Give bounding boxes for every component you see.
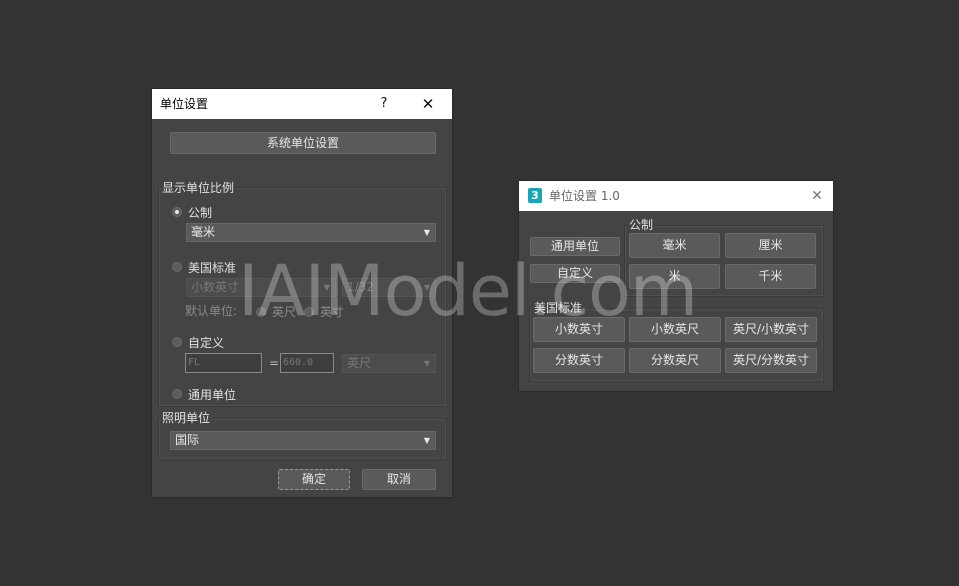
feet-decimal-inches-button[interactable]: 英尺/小数英寸 bbox=[725, 317, 817, 342]
lighting-units-select[interactable]: 国际 ▼ bbox=[170, 431, 436, 450]
help-icon[interactable]: ? bbox=[376, 89, 392, 119]
lighting-units-value: 国际 bbox=[175, 433, 200, 447]
app-icon: 3 bbox=[528, 188, 542, 203]
custom-label: 自定义 bbox=[188, 336, 225, 350]
default-inches-radio[interactable] bbox=[304, 307, 314, 317]
us-fraction-select[interactable]: 1/32 ▼ bbox=[342, 278, 436, 297]
chevron-down-icon: ▼ bbox=[423, 228, 430, 237]
ok-button[interactable]: 确定 bbox=[278, 469, 350, 490]
custom-unit-select[interactable]: 英尺 ▼ bbox=[342, 354, 436, 373]
default-inches-label: 英寸 bbox=[320, 305, 345, 319]
cancel-button[interactable]: 取消 bbox=[362, 469, 436, 490]
fractional-feet-button[interactable]: 分数英尺 bbox=[629, 348, 721, 373]
chevron-down-icon: ▼ bbox=[423, 283, 430, 292]
custom-amount-input[interactable]: 660.0 bbox=[280, 353, 334, 373]
default-feet-radio[interactable] bbox=[256, 307, 266, 317]
lighting-units-label: 照明单位 bbox=[160, 409, 213, 426]
generic-units-label: 通用单位 bbox=[188, 388, 237, 402]
us-standard-radio[interactable] bbox=[172, 262, 182, 272]
dialog-titlebar[interactable]: 3 单位设置 1.0 ✕ bbox=[519, 181, 833, 211]
system-unit-setup-button[interactable]: 系统单位设置 bbox=[170, 132, 436, 154]
centimeter-button[interactable]: 厘米 bbox=[725, 233, 816, 258]
dialog-title: 单位设置 bbox=[160, 97, 209, 111]
custom-button[interactable]: 自定义 bbox=[530, 264, 620, 283]
us-format-select[interactable]: 小数英寸 ▼ bbox=[186, 278, 336, 297]
close-icon[interactable]: ✕ bbox=[418, 89, 438, 119]
chevron-down-icon: ▼ bbox=[423, 359, 430, 368]
decimal-inches-button[interactable]: 小数英寸 bbox=[533, 317, 625, 342]
custom-radio[interactable] bbox=[172, 337, 182, 347]
dialog-titlebar[interactable]: 单位设置 ? ✕ bbox=[152, 89, 452, 119]
default-unit-label: 默认单位: bbox=[185, 304, 238, 318]
metric-group-label: 公制 bbox=[627, 216, 656, 233]
display-unit-scale-label: 显示单位比例 bbox=[160, 179, 237, 196]
close-icon[interactable]: ✕ bbox=[807, 181, 827, 211]
chevron-down-icon: ▼ bbox=[423, 436, 430, 445]
generic-units-radio[interactable] bbox=[172, 389, 182, 399]
feet-fractional-inches-button[interactable]: 英尺/分数英寸 bbox=[725, 348, 817, 373]
custom-unit-value: 英尺 bbox=[347, 356, 372, 370]
us-fraction-value: 1/32 bbox=[347, 280, 374, 294]
generic-units-button[interactable]: 通用单位 bbox=[530, 237, 620, 256]
kilometer-button[interactable]: 千米 bbox=[725, 264, 816, 289]
unit-setup-dialog: 单位设置 ? ✕ 系统单位设置 显示单位比例 公制 毫米 ▼ 美国标准 小数英寸… bbox=[152, 89, 452, 497]
custom-equals-sign: = bbox=[269, 356, 280, 370]
metric-unit-value: 毫米 bbox=[191, 225, 216, 239]
default-feet-label: 英尺 bbox=[272, 305, 297, 319]
decimal-feet-button[interactable]: 小数英尺 bbox=[629, 317, 721, 342]
us-format-value: 小数英寸 bbox=[191, 280, 240, 294]
us-standard-group-label: 美国标准 bbox=[532, 299, 585, 316]
meter-button[interactable]: 米 bbox=[629, 264, 720, 289]
us-standard-label: 美国标准 bbox=[188, 261, 237, 275]
unit-setup-1-0-dialog: 3 单位设置 1.0 ✕ 通用单位 自定义 公制 毫米 厘米 米 千米 美国标准… bbox=[519, 181, 833, 391]
metric-unit-select[interactable]: 毫米 ▼ bbox=[186, 223, 436, 242]
dialog-title: 单位设置 1.0 bbox=[549, 189, 620, 203]
metric-label: 公制 bbox=[188, 206, 213, 220]
fractional-inches-button[interactable]: 分数英寸 bbox=[533, 348, 625, 373]
custom-name-input[interactable]: FL bbox=[185, 353, 262, 373]
millimeter-button[interactable]: 毫米 bbox=[629, 233, 720, 258]
metric-radio[interactable] bbox=[172, 207, 182, 217]
chevron-down-icon: ▼ bbox=[323, 283, 330, 292]
